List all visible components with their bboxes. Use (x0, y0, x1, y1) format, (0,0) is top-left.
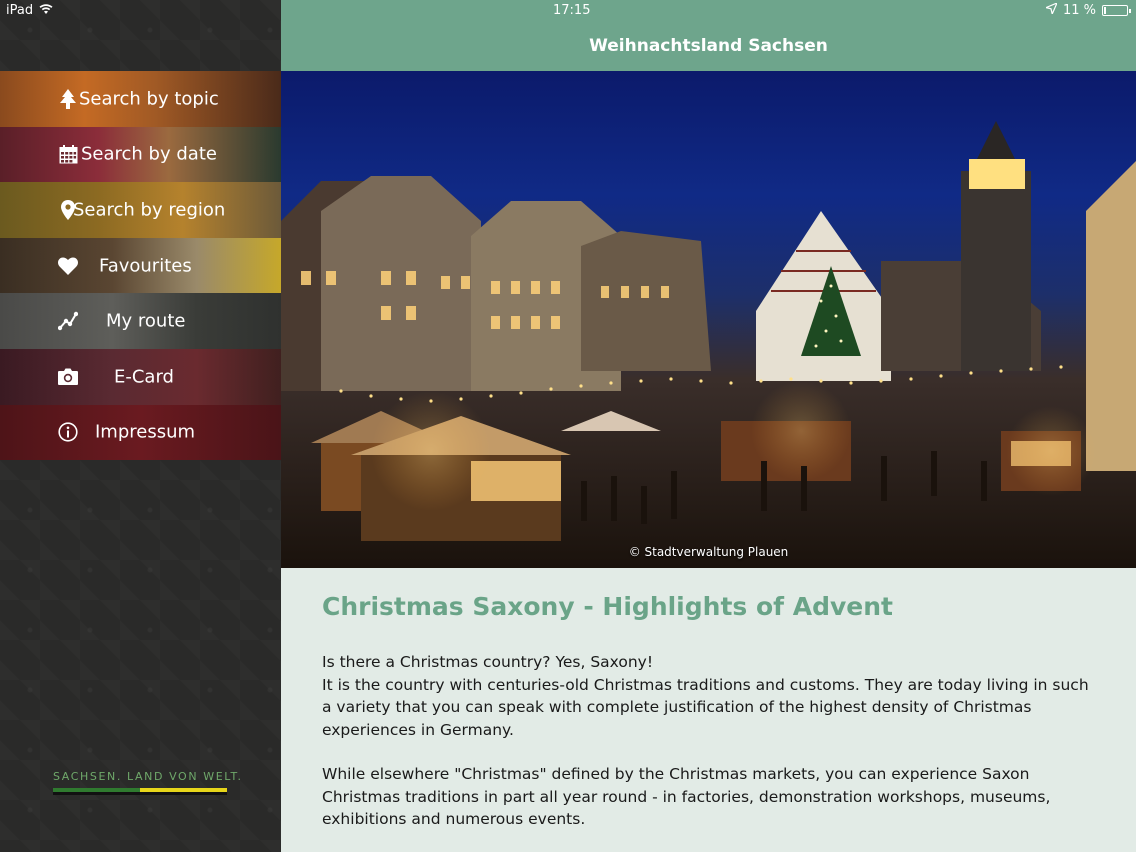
sidebar-item-label: Impressum (95, 421, 196, 443)
sidebar-item-my-route[interactable]: My route (0, 293, 281, 349)
article-paragraph: While elsewhere "Christmas" defined by t… (322, 765, 1051, 828)
battery-icon (1102, 5, 1131, 16)
sidebar: Search by topic Search by date Search by… (0, 0, 281, 852)
sidebar-item-label: E-Card (114, 366, 174, 388)
app-header: Weihnachtsland Sachsen (281, 0, 1136, 71)
sidebar-item-favourites[interactable]: Favourites (0, 237, 281, 294)
info-icon (58, 422, 78, 442)
tree-icon (58, 88, 78, 109)
calendar-icon (58, 144, 78, 164)
article-content: Christmas Saxony - Highlights of Advent … (281, 568, 1136, 852)
status-left: iPad (6, 3, 53, 18)
location-arrow-icon (1044, 1, 1059, 18)
battery-level (1104, 7, 1106, 14)
hero-image: © Stadtverwaltung Plauen (281, 71, 1136, 568)
sidebar-item-label: Search by region (73, 199, 226, 221)
photo-credit: © Stadtverwaltung Plauen (628, 545, 789, 559)
brand-color-bar (53, 788, 227, 792)
wifi-icon (39, 3, 53, 18)
brand-text: SACHSEN. LAND VON WELT. (53, 770, 243, 783)
sidebar-item-label: Search by date (81, 143, 217, 165)
sidebar-item-label: Search by topic (79, 88, 219, 110)
brand-underline (53, 792, 227, 795)
camera-icon (58, 367, 78, 387)
brand-logo: SACHSEN. LAND VON WELT. (53, 770, 243, 795)
sidebar-item-search-by-region[interactable]: Search by region (0, 182, 281, 238)
sidebar-item-e-card[interactable]: E-Card (0, 348, 281, 405)
christmas-market-photo (281, 121, 1136, 541)
battery-percent: 11 % (1062, 3, 1096, 18)
sidebar-menu: Search by topic Search by date Search by… (0, 71, 281, 461)
sidebar-item-impressum[interactable]: Impressum (0, 404, 281, 461)
heart-icon (58, 256, 78, 276)
sidebar-item-search-by-topic[interactable]: Search by topic (0, 71, 281, 127)
sidebar-item-search-by-date[interactable]: Search by date (0, 126, 281, 183)
sidebar-item-label: Favourites (99, 255, 192, 277)
article-title: Christmas Saxony - Highlights of Advent (322, 592, 893, 621)
status-time: 17:15 (553, 3, 591, 18)
device-name: iPad (6, 3, 34, 18)
status-right: 11 % (1044, 1, 1131, 18)
header-title: Weihnachtsland Sachsen (589, 36, 828, 56)
article-paragraph: Is there a Christmas country? Yes, Saxon… (322, 653, 1089, 739)
route-icon (58, 311, 78, 331)
sidebar-item-label: My route (106, 310, 186, 332)
